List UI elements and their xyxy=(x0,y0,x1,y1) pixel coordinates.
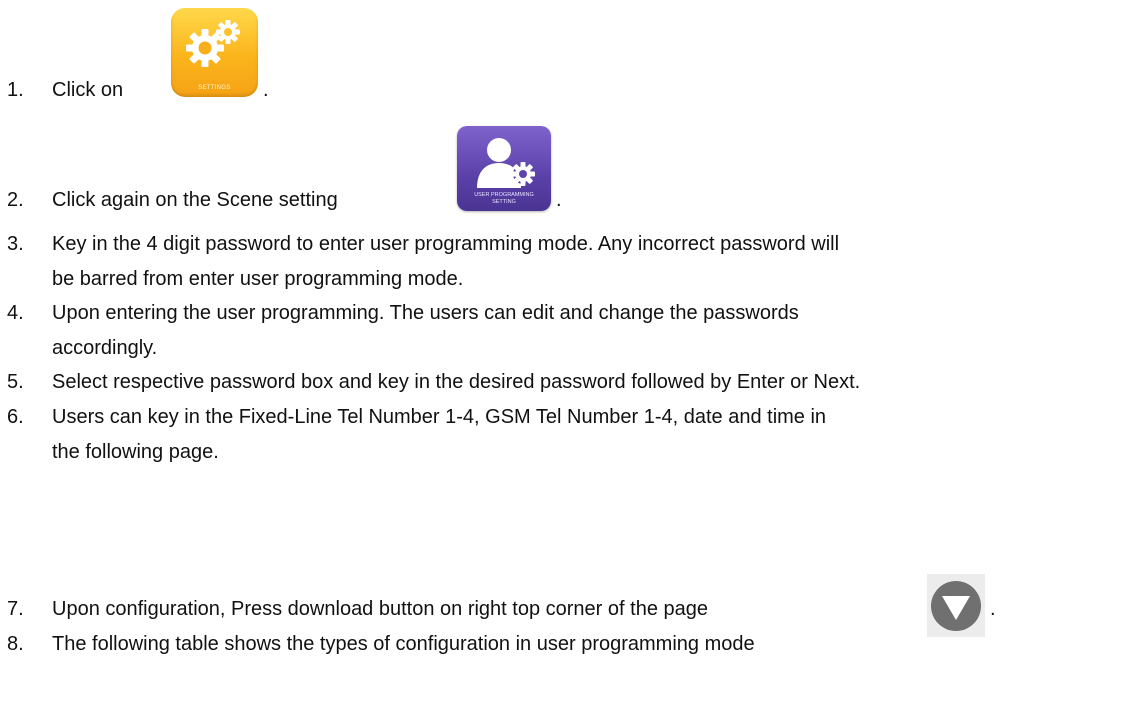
step-text: Upon entering the user programming. The … xyxy=(52,296,1126,366)
step-text: Key in the 4 digit password to enter use… xyxy=(52,227,1126,297)
step-text-line: Key in the 4 digit password to enter use… xyxy=(52,233,840,255)
step-text: Click again on the Scene setting xyxy=(52,189,338,211)
step-number: 7. xyxy=(7,598,24,620)
user-gear-icon xyxy=(477,138,535,188)
gears-icon xyxy=(186,20,240,67)
step-number: 3. xyxy=(7,233,24,255)
step-text: Click on xyxy=(52,79,124,101)
step-text-line: Upon entering the user programming. The … xyxy=(52,302,799,324)
step-text-line: the following page. xyxy=(52,441,219,463)
user-programming-setting-icon[interactable]: USER PROGRAMMING SETTING xyxy=(457,126,551,211)
settings-icon-label: SETTINGS xyxy=(198,85,231,91)
download-button-icon[interactable] xyxy=(927,574,985,637)
step-period: . xyxy=(556,189,562,211)
step-text-line: be barred from enter user programming mo… xyxy=(52,268,464,290)
step-text: The following table shows the types of c… xyxy=(52,633,755,655)
step-number: 5. xyxy=(7,371,24,393)
step-text-line: Users can key in the Fixed-Line Tel Numb… xyxy=(52,406,827,428)
settings-app-icon[interactable]: SETTINGS xyxy=(171,8,258,97)
step-number: 8. xyxy=(7,633,24,655)
step-number: 4. xyxy=(7,302,24,324)
step-text-line: accordingly. xyxy=(52,337,158,359)
step-period: . xyxy=(263,79,269,101)
step-number: 1. xyxy=(7,79,24,101)
user-programming-icon-label: USER PROGRAMMING SETTING xyxy=(474,192,534,205)
chevron-down-icon xyxy=(931,581,981,631)
step-text: Upon configuration, Press download butto… xyxy=(52,598,708,620)
step-period: . xyxy=(990,598,996,620)
step-text: Select respective password box and key i… xyxy=(52,371,861,393)
step-number: 2. xyxy=(7,189,24,211)
step-text: Users can key in the Fixed-Line Tel Numb… xyxy=(52,400,1126,470)
step-number: 6. xyxy=(7,406,24,428)
